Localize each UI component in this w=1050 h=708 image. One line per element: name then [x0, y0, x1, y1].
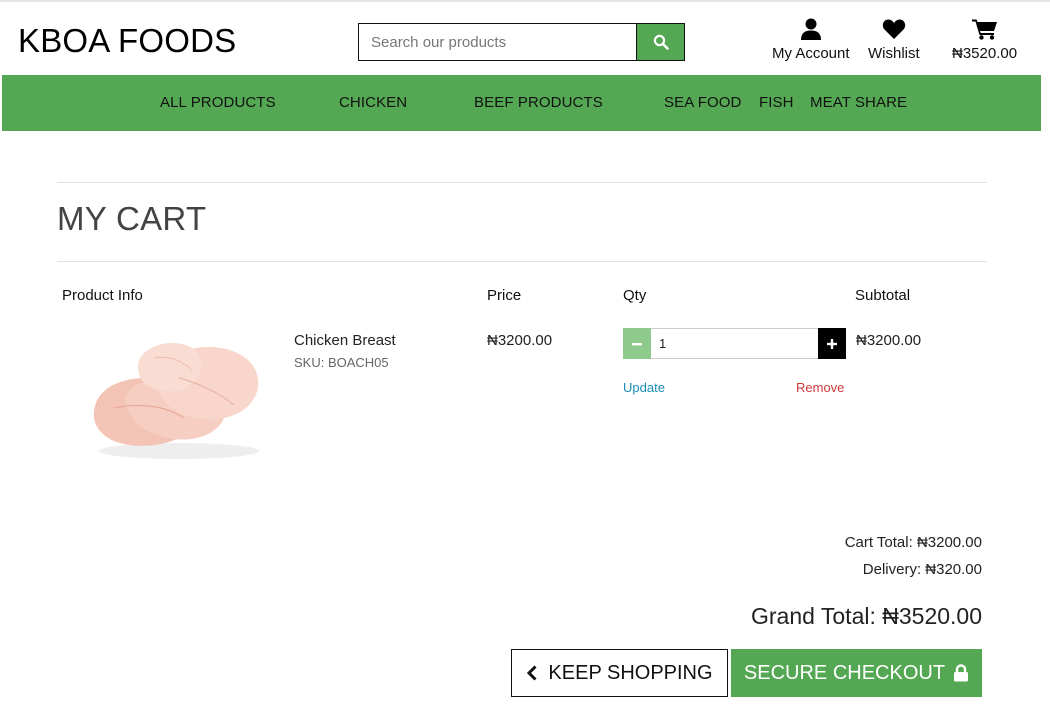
nav-meat-share[interactable]: MEAT SHARE [810, 94, 907, 111]
nav-all-products[interactable]: ALL PRODUCTS [160, 94, 276, 111]
keep-shopping-label: KEEP SHOPPING [548, 661, 713, 684]
product-price: ₦3200.00 [487, 332, 553, 349]
divider-top [57, 182, 987, 183]
main-nav: ALL PRODUCTS CHICKEN BEEF PRODUCTS SEA F… [2, 75, 1041, 131]
minus-icon [632, 342, 642, 345]
heart-icon [882, 19, 905, 39]
col-header-price: Price [487, 287, 522, 304]
secure-checkout-button[interactable]: SECURE CHECKOUT [731, 649, 982, 697]
cart-total: Cart Total: ₦3200.00 [844, 534, 982, 551]
col-header-subtotal: Subtotal [855, 287, 911, 304]
update-link[interactable]: Update [623, 380, 665, 395]
product-name[interactable]: Chicken Breast [294, 332, 396, 349]
shopping-cart-icon [971, 19, 997, 40]
wishlist-link[interactable]: Wishlist [868, 18, 920, 62]
product-sku: SKU: BOACH05 [294, 355, 389, 370]
cart-link[interactable]: ₦3520.00 [952, 18, 1017, 62]
my-account-label: My Account [772, 45, 850, 62]
chevron-left-icon [527, 665, 537, 681]
user-icon [800, 18, 821, 40]
plus-icon [827, 338, 837, 349]
remove-link[interactable]: Remove [796, 380, 844, 395]
cart-total-label: ₦3520.00 [952, 45, 1018, 62]
col-header-qty: Qty [623, 287, 647, 304]
quantity-stepper [623, 328, 846, 359]
lock-icon [954, 664, 969, 682]
nav-beef-products[interactable]: BEEF PRODUCTS [474, 94, 603, 111]
site-logo[interactable]: KBOA FOODS [18, 22, 236, 60]
product-subtotal: ₦3200.00 [856, 332, 922, 349]
delivery-cost: Delivery: ₦320.00 [862, 561, 982, 578]
nav-sea-food[interactable]: SEA FOOD [664, 94, 742, 111]
search-form [358, 23, 685, 61]
product-image[interactable] [84, 333, 270, 463]
page-title: MY CART [57, 200, 207, 237]
divider-title [57, 261, 987, 262]
nav-fish[interactable]: FISH [759, 94, 794, 111]
keep-shopping-button[interactable]: KEEP SHOPPING [511, 649, 728, 697]
grand-total: Grand Total: ₦3520.00 [750, 603, 982, 629]
increment-button[interactable] [818, 328, 846, 359]
wishlist-label: Wishlist [868, 45, 920, 62]
my-account-link[interactable]: My Account [772, 18, 850, 62]
nav-chicken[interactable]: CHICKEN [339, 94, 407, 111]
top-border [0, 0, 1050, 2]
search-input[interactable] [358, 23, 636, 61]
search-button[interactable] [636, 23, 685, 61]
decrement-button[interactable] [623, 328, 651, 359]
quantity-input[interactable] [651, 328, 818, 359]
search-icon [653, 34, 669, 50]
secure-checkout-label: SECURE CHECKOUT [743, 661, 946, 684]
col-header-product: Product Info [62, 287, 143, 304]
